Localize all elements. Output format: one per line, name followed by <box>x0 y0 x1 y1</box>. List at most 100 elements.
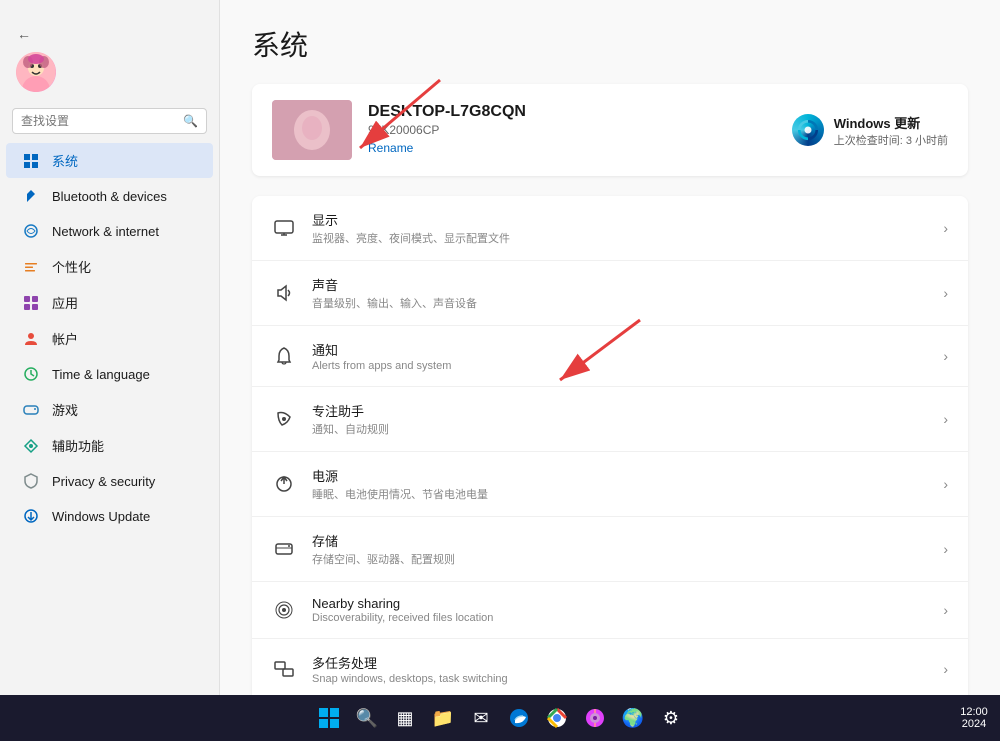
xianshi-chevron-icon: › <box>943 220 948 236</box>
taskbar-mail-icon[interactable]: ✉ <box>465 702 497 734</box>
settings-item-subtitle-zhanzhu: 通知、自动规则 <box>312 421 927 437</box>
taskbar-media-icon[interactable] <box>579 702 611 734</box>
time-nav-icon <box>22 365 40 383</box>
windows-update-subtitle: 上次检查时间: 3 小时前 <box>834 132 948 148</box>
taskbar-windows-icon[interactable] <box>313 702 345 734</box>
sidebar-item-label-yingyong: 应用 <box>52 293 78 312</box>
sidebar-item-network[interactable]: Network & internet <box>6 214 213 248</box>
sidebar-item-label-privacy: Privacy & security <box>52 474 155 489</box>
search-icon: 🔍 <box>183 114 198 128</box>
avatar[interactable] <box>16 52 56 92</box>
settings-item-text-duorenwu: 多任务处理Snap windows, desktops, task switch… <box>312 653 927 685</box>
settings-item-subtitle-cunchu: 存储空间、驱动器、配置规则 <box>312 551 927 567</box>
sidebar-item-zhanhu[interactable]: 帐户 <box>6 321 213 356</box>
device-name: DESKTOP-L7G8CQN <box>368 103 792 121</box>
settings-item-subtitle-shengyin: 音量级别、输出、输入、声音设备 <box>312 295 927 311</box>
settings-item-subtitle-nearby: Discoverability, received files location <box>312 612 927 624</box>
windows-update-badge: Windows 更新 上次检查时间: 3 小时前 <box>792 113 948 148</box>
sidebar-item-winupdate[interactable]: Windows Update <box>6 499 213 533</box>
device-rename-link[interactable]: Rename <box>368 141 413 155</box>
cunchu-chevron-icon: › <box>943 541 948 557</box>
windows-update-title: Windows 更新 <box>834 113 948 132</box>
taskbar-globe-icon[interactable]: 🌍 <box>617 702 649 734</box>
settings-item-title-xianshi: 显示 <box>312 210 927 229</box>
settings-item-title-nearby: Nearby sharing <box>312 596 927 611</box>
yingyong-nav-icon <box>22 294 40 312</box>
sidebar-item-time[interactable]: Time & language <box>6 357 213 391</box>
page-title: 系统 <box>252 24 968 64</box>
taskbar-settings-icon[interactable]: ⚙ <box>655 702 687 734</box>
settings-item-text-shengyin: 声音音量级别、输出、输入、声音设备 <box>312 275 927 311</box>
cunchu-settings-icon <box>272 537 296 561</box>
search-input[interactable] <box>21 114 177 128</box>
taskbar-edge-icon[interactable] <box>503 702 535 734</box>
nearby-settings-icon <box>272 598 296 622</box>
duorenwu-settings-icon <box>272 657 296 681</box>
settings-item-subtitle-tongzhi: Alerts from apps and system <box>312 360 927 372</box>
device-id: 90K20006CP <box>368 123 792 137</box>
sidebar-item-label-winupdate: Windows Update <box>52 509 150 524</box>
settings-item-xianshi[interactable]: 显示监视器、亮度、夜间模式、显示配置文件 › <box>252 196 968 261</box>
shengyin-chevron-icon: › <box>943 285 948 301</box>
settings-item-text-cunchu: 存储存储空间、驱动器、配置规则 <box>312 531 927 567</box>
main-content: 系统 DESKTOP-L7G8CQN 90K20006CP Rename <box>220 0 1000 695</box>
xitong-nav-icon <box>22 152 40 170</box>
zhanhu-nav-icon <box>22 330 40 348</box>
taskbar-date: 2024 <box>962 718 986 730</box>
settings-item-duorenwu[interactable]: 多任务处理Snap windows, desktops, task switch… <box>252 639 968 695</box>
settings-item-text-tongzhi: 通知Alerts from apps and system <box>312 340 927 372</box>
settings-item-title-tongzhi: 通知 <box>312 340 927 359</box>
taskbar-right: 12:00 2024 <box>960 704 988 732</box>
taskbar-clock: 12:00 2024 <box>960 704 988 732</box>
settings-item-subtitle-dianyuan: 睡眠、电池使用情况、节省电池电量 <box>312 486 927 502</box>
device-thumbnail <box>272 100 352 160</box>
windows-update-text: Windows 更新 上次检查时间: 3 小时前 <box>834 113 948 148</box>
taskbar-center: 🔍 ▦ 📁 ✉ <box>313 702 687 734</box>
windows-update-icon <box>792 114 824 146</box>
sidebar-item-privacy[interactable]: Privacy & security <box>6 464 213 498</box>
sidebar-item-youxi[interactable]: 游戏 <box>6 392 213 427</box>
settings-item-shengyin[interactable]: 声音音量级别、输出、输入、声音设备 › <box>252 261 968 326</box>
settings-item-zhanzhu[interactable]: 专注助手通知、自动规则 › <box>252 387 968 452</box>
settings-item-subtitle-xianshi: 监视器、亮度、夜间模式、显示配置文件 <box>312 230 927 246</box>
sidebar-item-label-xitong: 系统 <box>52 151 78 170</box>
dianyuan-settings-icon <box>272 472 296 496</box>
taskbar-folder-icon[interactable]: 📁 <box>427 702 459 734</box>
xianshi-settings-icon <box>272 216 296 240</box>
tongzhi-settings-icon <box>272 344 296 368</box>
sidebar-item-label-time: Time & language <box>52 367 150 382</box>
taskbar: 🔍 ▦ 📁 ✉ <box>0 695 1000 741</box>
shengyin-settings-icon <box>272 281 296 305</box>
settings-item-nearby[interactable]: Nearby sharingDiscoverability, received … <box>252 582 968 639</box>
sidebar-item-geren[interactable]: 个性化 <box>6 249 213 284</box>
network-nav-icon <box>22 222 40 240</box>
sidebar-item-yingyong[interactable]: 应用 <box>6 285 213 320</box>
device-info: DESKTOP-L7G8CQN 90K20006CP Rename <box>368 103 792 157</box>
nearby-chevron-icon: › <box>943 602 948 618</box>
taskbar-chrome-icon[interactable] <box>541 702 573 734</box>
sidebar-item-label-network: Network & internet <box>52 224 159 239</box>
youxi-nav-icon <box>22 401 40 419</box>
sidebar-item-fuzhu[interactable]: 辅助功能 <box>6 428 213 463</box>
taskbar-search-icon[interactable]: 🔍 <box>351 702 383 734</box>
sidebar-item-label-fuzhu: 辅助功能 <box>52 436 104 455</box>
dianyuan-chevron-icon: › <box>943 476 948 492</box>
settings-item-text-xianshi: 显示监视器、亮度、夜间模式、显示配置文件 <box>312 210 927 246</box>
settings-item-text-dianyuan: 电源睡眠、电池使用情况、节省电池电量 <box>312 466 927 502</box>
sidebar-item-label-bluetooth: Bluetooth & devices <box>52 189 167 204</box>
settings-item-tongzhi[interactable]: 通知Alerts from apps and system › <box>252 326 968 387</box>
device-card: DESKTOP-L7G8CQN 90K20006CP Rename <box>252 84 968 176</box>
sidebar-item-bluetooth[interactable]: Bluetooth & devices <box>6 179 213 213</box>
back-button[interactable]: ← <box>8 18 40 50</box>
sidebar-item-xitong[interactable]: 系统 <box>6 143 213 178</box>
settings-item-text-zhanzhu: 专注助手通知、自动规则 <box>312 401 927 437</box>
settings-item-title-dianyuan: 电源 <box>312 466 927 485</box>
sidebar: ← <box>0 0 220 695</box>
tongzhi-chevron-icon: › <box>943 348 948 364</box>
search-box[interactable]: 🔍 <box>12 108 207 134</box>
taskbar-view-icon[interactable]: ▦ <box>389 702 421 734</box>
zhanzhu-chevron-icon: › <box>943 411 948 427</box>
winupdate-nav-icon <box>22 507 40 525</box>
settings-item-cunchu[interactable]: 存储存储空间、驱动器、配置规则 › <box>252 517 968 582</box>
settings-item-dianyuan[interactable]: 电源睡眠、电池使用情况、节省电池电量 › <box>252 452 968 517</box>
